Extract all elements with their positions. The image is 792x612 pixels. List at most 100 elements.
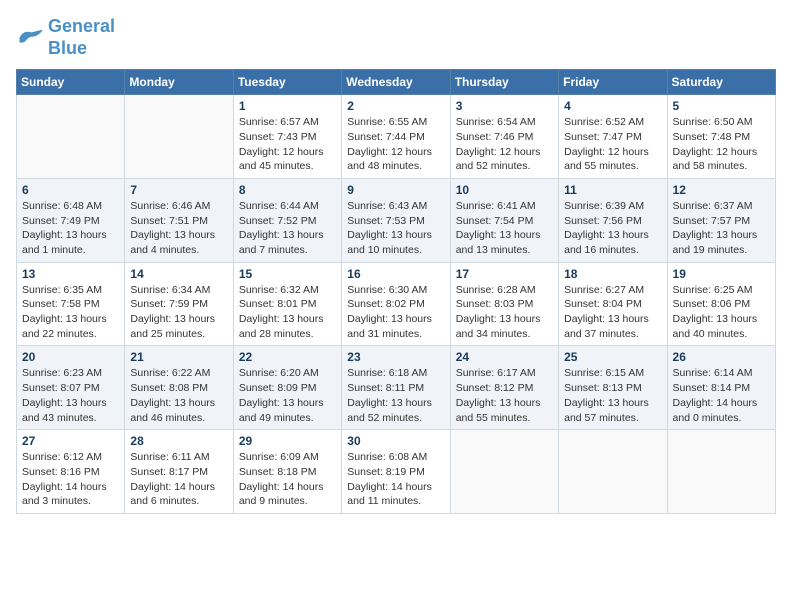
day-info: Sunrise: 6:25 AMSunset: 8:06 PMDaylight:… <box>673 283 770 342</box>
calendar-cell <box>667 430 775 514</box>
weekday-header: Tuesday <box>233 70 341 95</box>
day-info: Sunrise: 6:27 AMSunset: 8:04 PMDaylight:… <box>564 283 661 342</box>
weekday-header: Sunday <box>17 70 125 95</box>
calendar-cell: 28 Sunrise: 6:11 AMSunset: 8:17 PMDayligh… <box>125 430 233 514</box>
day-number: 9 <box>347 183 444 197</box>
day-number: 24 <box>456 350 553 364</box>
day-info: Sunrise: 6:11 AMSunset: 8:17 PMDaylight:… <box>130 450 227 509</box>
day-number: 8 <box>239 183 336 197</box>
weekday-header: Friday <box>559 70 667 95</box>
day-info: Sunrise: 6:20 AMSunset: 8:09 PMDaylight:… <box>239 366 336 425</box>
calendar-cell: 14Sunrise: 6:34 AMSunset: 7:59 PMDayligh… <box>125 262 233 346</box>
day-number: 29 <box>239 434 336 448</box>
calendar-cell: 23 Sunrise: 6:18 AMSunset: 8:11 PMDayligh… <box>342 346 450 430</box>
logo-icon <box>16 28 44 48</box>
day-info: Sunrise: 6:17 AMSunset: 8:12 PMDaylight:… <box>456 366 553 425</box>
day-info: Sunrise: 6:39 AMSunset: 7:56 PMDaylight:… <box>564 199 661 258</box>
day-number: 4 <box>564 99 661 113</box>
day-number: 23 <box>347 350 444 364</box>
calendar-cell: 25 Sunrise: 6:15 AMSunset: 8:13 PMDayligh… <box>559 346 667 430</box>
calendar-cell: 7 Sunrise: 6:46 AMSunset: 7:51 PMDaylight… <box>125 178 233 262</box>
day-info: Sunrise: 6:52 AMSunset: 7:47 PMDaylight:… <box>564 115 661 174</box>
day-info: Sunrise: 6:48 AMSunset: 7:49 PMDaylight:… <box>22 199 119 258</box>
calendar-cell: 27Sunrise: 6:12 AMSunset: 8:16 PMDayligh… <box>17 430 125 514</box>
day-info: Sunrise: 6:15 AMSunset: 8:13 PMDaylight:… <box>564 366 661 425</box>
calendar-cell: 29 Sunrise: 6:09 AMSunset: 8:18 PMDayligh… <box>233 430 341 514</box>
logo-text-line1: General <box>48 16 115 38</box>
logo-text-line2: Blue <box>48 38 115 60</box>
calendar-cell: 22 Sunrise: 6:20 AMSunset: 8:09 PMDayligh… <box>233 346 341 430</box>
day-number: 12 <box>673 183 770 197</box>
calendar-cell: 26 Sunrise: 6:14 AMSunset: 8:14 PMDayligh… <box>667 346 775 430</box>
day-info: Sunrise: 6:08 AMSunset: 8:19 PMDaylight:… <box>347 450 444 509</box>
calendar-cell: 16Sunrise: 6:30 AMSunset: 8:02 PMDayligh… <box>342 262 450 346</box>
day-number: 7 <box>130 183 227 197</box>
day-number: 1 <box>239 99 336 113</box>
day-number: 13 <box>22 267 119 281</box>
weekday-header: Thursday <box>450 70 558 95</box>
calendar-cell: 24 Sunrise: 6:17 AMSunset: 8:12 PMDayligh… <box>450 346 558 430</box>
calendar-cell: 19 Sunrise: 6:25 AMSunset: 8:06 PMDayligh… <box>667 262 775 346</box>
day-number: 28 <box>130 434 227 448</box>
calendar-week: 6 Sunrise: 6:48 AMSunset: 7:49 PMDaylight… <box>17 178 776 262</box>
day-number: 16 <box>347 267 444 281</box>
day-info: Sunrise: 6:32 AMSunset: 8:01 PMDaylight:… <box>239 283 336 342</box>
day-number: 6 <box>22 183 119 197</box>
day-number: 22 <box>239 350 336 364</box>
calendar-cell: 6 Sunrise: 6:48 AMSunset: 7:49 PMDaylight… <box>17 178 125 262</box>
day-info: Sunrise: 6:35 AMSunset: 7:58 PMDaylight:… <box>22 283 119 342</box>
calendar-cell <box>559 430 667 514</box>
calendar-cell: 3 Sunrise: 6:54 AMSunset: 7:46 PMDaylight… <box>450 95 558 179</box>
calendar-cell: 30 Sunrise: 6:08 AMSunset: 8:19 PMDayligh… <box>342 430 450 514</box>
day-number: 20 <box>22 350 119 364</box>
day-number: 3 <box>456 99 553 113</box>
day-number: 27 <box>22 434 119 448</box>
day-info: Sunrise: 6:55 AMSunset: 7:44 PMDaylight:… <box>347 115 444 174</box>
calendar-cell: 17Sunrise: 6:28 AMSunset: 8:03 PMDayligh… <box>450 262 558 346</box>
day-number: 11 <box>564 183 661 197</box>
day-number: 21 <box>130 350 227 364</box>
day-number: 25 <box>564 350 661 364</box>
day-info: Sunrise: 6:18 AMSunset: 8:11 PMDaylight:… <box>347 366 444 425</box>
day-info: Sunrise: 6:09 AMSunset: 8:18 PMDaylight:… <box>239 450 336 509</box>
calendar-week: 13 Sunrise: 6:35 AMSunset: 7:58 PMDayligh… <box>17 262 776 346</box>
weekday-header: Saturday <box>667 70 775 95</box>
day-info: Sunrise: 6:41 AMSunset: 7:54 PMDaylight:… <box>456 199 553 258</box>
calendar-header: SundayMondayTuesdayWednesdayThursdayFrid… <box>17 70 776 95</box>
calendar-week: 20Sunrise: 6:23 AMSunset: 8:07 PMDayligh… <box>17 346 776 430</box>
calendar-cell: 11 Sunrise: 6:39 AMSunset: 7:56 PMDayligh… <box>559 178 667 262</box>
calendar-cell: 10 Sunrise: 6:41 AMSunset: 7:54 PMDayligh… <box>450 178 558 262</box>
day-number: 2 <box>347 99 444 113</box>
calendar-cell: 8Sunrise: 6:44 AMSunset: 7:52 PMDaylight… <box>233 178 341 262</box>
calendar-cell: 2 Sunrise: 6:55 AMSunset: 7:44 PMDaylight… <box>342 95 450 179</box>
day-info: Sunrise: 6:57 AMSunset: 7:43 PMDaylight:… <box>239 115 336 174</box>
day-info: Sunrise: 6:54 AMSunset: 7:46 PMDaylight:… <box>456 115 553 174</box>
day-info: Sunrise: 6:46 AMSunset: 7:51 PMDaylight:… <box>130 199 227 258</box>
day-info: Sunrise: 6:43 AMSunset: 7:53 PMDaylight:… <box>347 199 444 258</box>
logo: General Blue <box>16 16 115 59</box>
weekday-header: Wednesday <box>342 70 450 95</box>
day-info: Sunrise: 6:37 AMSunset: 7:57 PMDaylight:… <box>673 199 770 258</box>
calendar-cell: 13 Sunrise: 6:35 AMSunset: 7:58 PMDayligh… <box>17 262 125 346</box>
day-info: Sunrise: 6:34 AMSunset: 7:59 PMDaylight:… <box>130 283 227 342</box>
calendar-cell: 21 Sunrise: 6:22 AMSunset: 8:08 PMDayligh… <box>125 346 233 430</box>
day-number: 30 <box>347 434 444 448</box>
weekday-header: Monday <box>125 70 233 95</box>
calendar-cell: 20Sunrise: 6:23 AMSunset: 8:07 PMDayligh… <box>17 346 125 430</box>
day-info: Sunrise: 6:28 AMSunset: 8:03 PMDaylight:… <box>456 283 553 342</box>
day-number: 18 <box>564 267 661 281</box>
calendar-cell: 15Sunrise: 6:32 AMSunset: 8:01 PMDayligh… <box>233 262 341 346</box>
calendar-table: SundayMondayTuesdayWednesdayThursdayFrid… <box>16 69 776 514</box>
day-info: Sunrise: 6:22 AMSunset: 8:08 PMDaylight:… <box>130 366 227 425</box>
day-number: 19 <box>673 267 770 281</box>
calendar-cell <box>450 430 558 514</box>
calendar-cell: 4 Sunrise: 6:52 AMSunset: 7:47 PMDaylight… <box>559 95 667 179</box>
day-number: 26 <box>673 350 770 364</box>
calendar-cell: 9 Sunrise: 6:43 AMSunset: 7:53 PMDaylight… <box>342 178 450 262</box>
day-info: Sunrise: 6:14 AMSunset: 8:14 PMDaylight:… <box>673 366 770 425</box>
calendar-cell: 1 Sunrise: 6:57 AMSunset: 7:43 PMDaylight… <box>233 95 341 179</box>
page-header: General Blue <box>16 16 776 59</box>
calendar-week: 27Sunrise: 6:12 AMSunset: 8:16 PMDayligh… <box>17 430 776 514</box>
day-number: 5 <box>673 99 770 113</box>
day-number: 10 <box>456 183 553 197</box>
